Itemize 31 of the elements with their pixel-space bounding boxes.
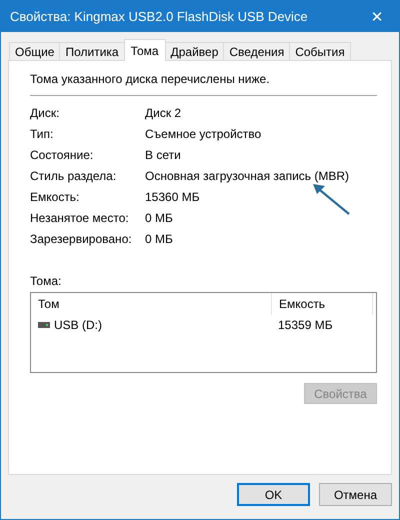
field-label: Емкость:: [30, 190, 80, 204]
field-value: 15360 МБ: [145, 190, 201, 204]
cancel-button[interactable]: Отмена: [319, 483, 392, 506]
field-value: В сети: [145, 148, 182, 162]
ok-button[interactable]: OK: [237, 483, 310, 506]
field-value: Диск 2: [145, 106, 182, 120]
column-header[interactable]: Том: [31, 293, 271, 315]
field-label: Стиль раздела:: [30, 169, 118, 183]
tab[interactable]: События: [289, 42, 351, 61]
field-label: Диск:: [30, 106, 60, 120]
tab[interactable]: Общие: [9, 42, 60, 61]
section-label: Тома:: [30, 274, 62, 288]
tab[interactable]: Драйвер: [164, 42, 224, 61]
field-value: 0 МБ: [145, 211, 174, 225]
field-label: Незанятое место:: [30, 211, 130, 225]
field-label: Зарезервировано:: [30, 232, 133, 246]
volume-name[interactable]: USB (D:): [54, 318, 102, 332]
field-value: 0 МБ: [145, 232, 174, 246]
window-title: Свойства: Kingmax USB2.0 FlashDisk USB Device: [10, 9, 308, 24]
description-text: Тома указанного диска перечислены ниже.: [29, 71, 271, 86]
field-value: Основная загрузочная запись (MBR): [145, 169, 350, 183]
drive-icon: [38, 322, 50, 328]
field-label: Состояние:: [30, 148, 94, 162]
column-header[interactable]: Емкость: [271, 293, 373, 315]
tab[interactable]: Тома: [124, 39, 166, 61]
volume-capacity: 15359 МБ: [277, 318, 334, 332]
close-button[interactable]: ✕: [355, 1, 399, 32]
field-value: Съемное устройство: [145, 127, 262, 141]
field-label: Тип:: [30, 127, 54, 141]
annotation-arrow-icon: [311, 182, 351, 216]
tab[interactable]: Сведения: [223, 42, 290, 61]
